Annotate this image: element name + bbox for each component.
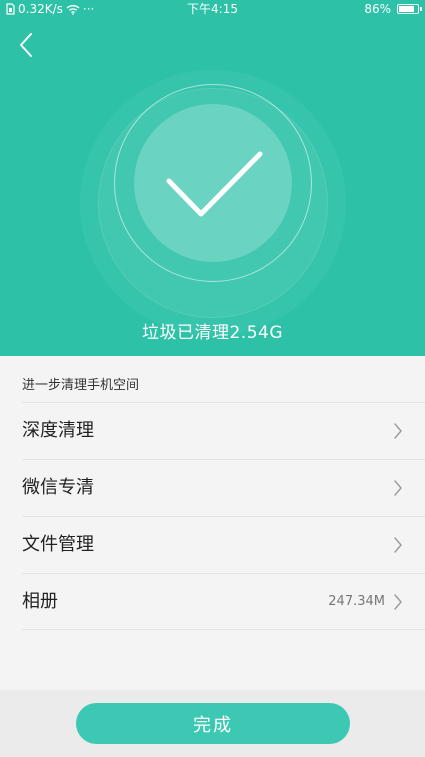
chevron-right-icon bbox=[394, 480, 402, 496]
section-title: 进一步清理手机空间 bbox=[22, 378, 140, 393]
chevron-right-icon bbox=[394, 423, 402, 439]
list-item-label: 文件管理 bbox=[22, 534, 94, 555]
back-button[interactable] bbox=[12, 28, 46, 62]
list-item-label: 相册 bbox=[22, 591, 58, 612]
chevron-left-icon bbox=[20, 33, 32, 57]
battery-level bbox=[399, 6, 415, 12]
done-button[interactable]: 完成 bbox=[76, 703, 350, 744]
status-bar: 0.32K/s ··· 下午4:15 86% bbox=[0, 0, 425, 18]
list-item-value: 247.34M bbox=[328, 594, 385, 609]
battery-percent: 86% bbox=[364, 2, 391, 16]
checkmark-icon bbox=[166, 151, 263, 217]
list-item-label: 微信专清 bbox=[22, 477, 94, 498]
chevron-right-icon bbox=[394, 594, 402, 610]
cleaned-summary: 垃圾已清理2.54G bbox=[141, 323, 284, 343]
list-item-deep-clean[interactable]: 深度清理 bbox=[0, 402, 425, 459]
list-item-label: 深度清理 bbox=[22, 420, 94, 441]
chevron-right-icon bbox=[394, 537, 402, 553]
list-item-file-manager[interactable]: 文件管理 bbox=[0, 516, 425, 573]
cleanup-options-list: 深度清理 微信专清 文件管理 相册 247.34M bbox=[0, 402, 425, 630]
battery-icon bbox=[397, 4, 422, 14]
bottom-bar: 完成 bbox=[0, 690, 425, 757]
list-item-album[interactable]: 相册 247.34M bbox=[0, 573, 425, 630]
status-bar-right: 86% bbox=[364, 0, 422, 18]
status-time: 下午4:15 bbox=[187, 2, 238, 16]
list-item-wechat-clean[interactable]: 微信专清 bbox=[0, 459, 425, 516]
result-header: 0.32K/s ··· 下午4:15 86% 垃圾已清理2.54G bbox=[0, 0, 425, 356]
